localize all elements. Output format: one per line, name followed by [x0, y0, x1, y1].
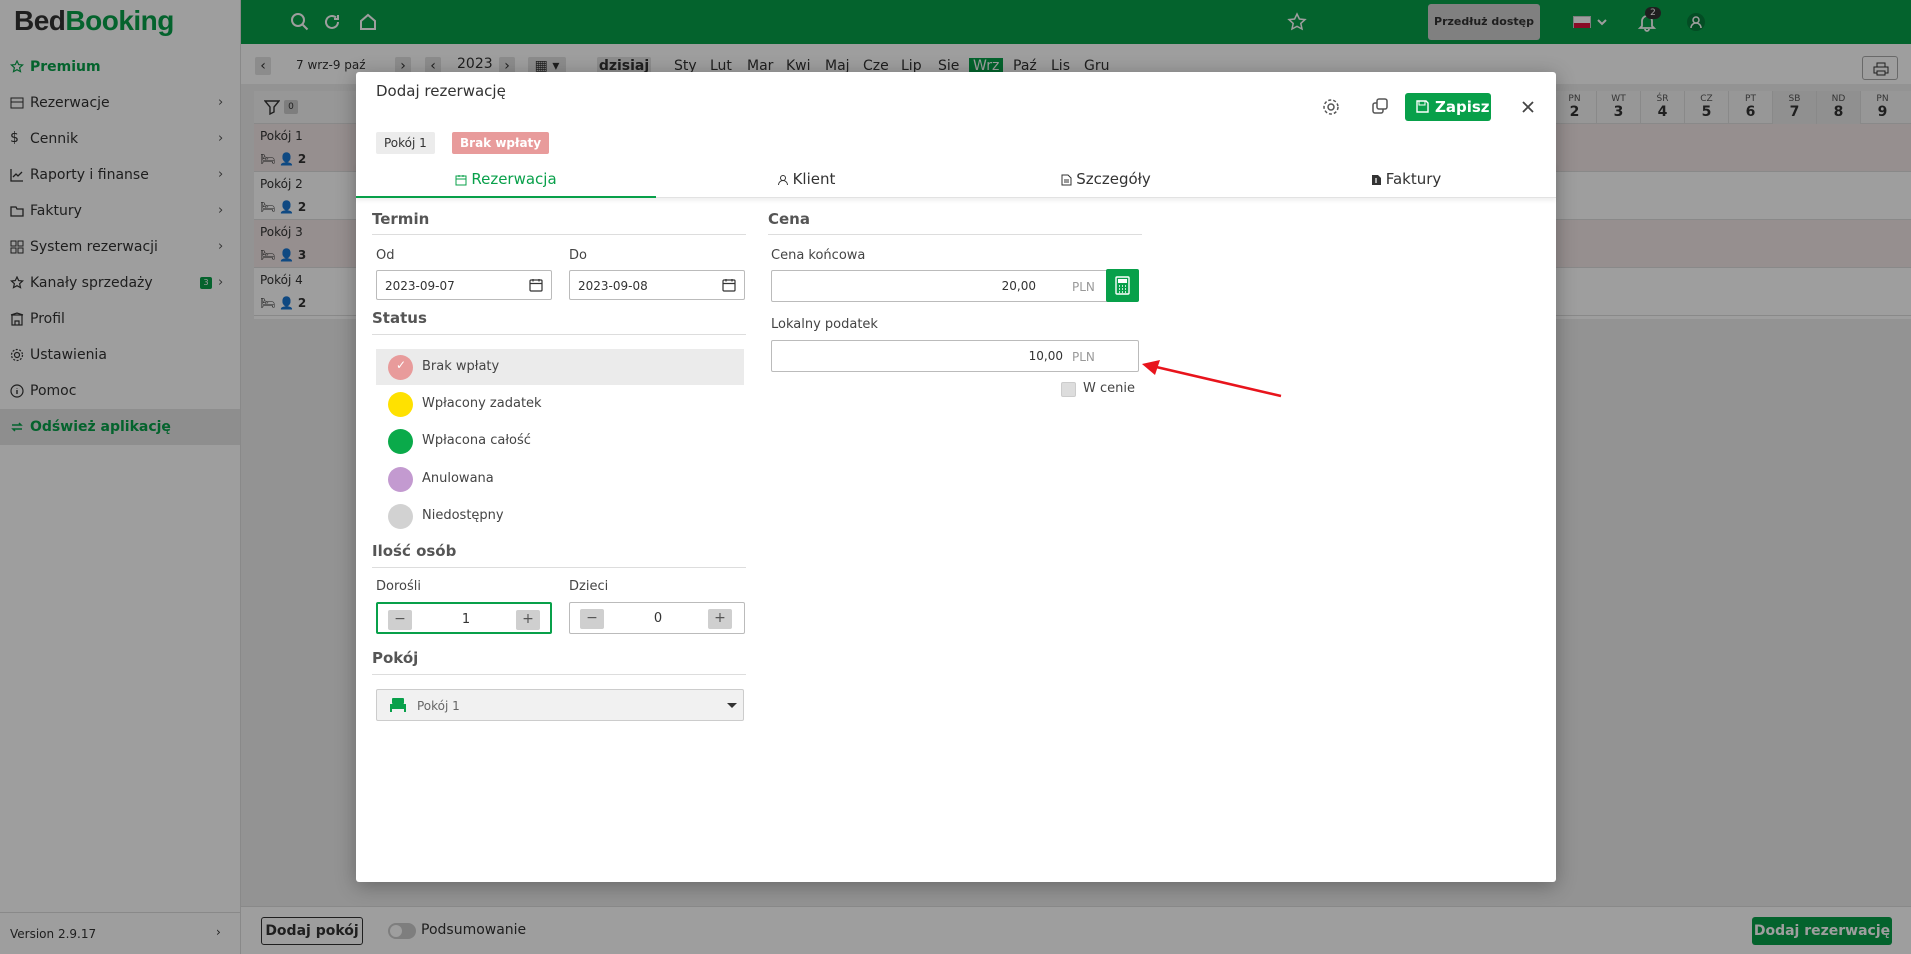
bed-icon [390, 698, 406, 712]
modal-tabs: Rezerwacja Klient Szczegóły Faktury [356, 162, 1556, 198]
status-chip: Brak wpłaty [452, 132, 550, 154]
final-price-label: Cena końcowa [771, 248, 866, 263]
local-tax-field[interactable]: 10,00 PLN [771, 340, 1139, 372]
section-title-room: Pokój [372, 649, 419, 667]
status-option-no-payment[interactable]: ✓ Brak wpłaty [376, 349, 744, 385]
from-label: Od [376, 248, 395, 263]
modal-title: Dodaj rezerwację [376, 82, 506, 100]
save-icon [1416, 100, 1429, 113]
children-label: Dzieci [569, 579, 609, 594]
status-color-dot [388, 504, 413, 529]
adults-stepper[interactable]: − 1 + [376, 602, 552, 634]
from-date-field[interactable]: 2023-09-07 [376, 270, 552, 300]
section-title-price: Cena [768, 210, 810, 228]
calculator-icon [1115, 276, 1130, 295]
status-option-unavailable[interactable]: Niedostępny [376, 498, 744, 534]
room-select[interactable]: Pokój 1 [376, 689, 744, 721]
document-icon [1061, 174, 1072, 186]
tab-reservation[interactable]: Rezerwacja [356, 162, 656, 198]
calendar-icon [529, 279, 543, 292]
final-price-field[interactable]: 20,00 PLN [771, 270, 1111, 302]
copy-icon[interactable] [1369, 96, 1391, 118]
add-reservation-modal: Dodaj rezerwację Zapisz Pokój 1 Brak wpł… [356, 72, 1556, 882]
local-tax-label: Lokalny podatek [771, 317, 878, 332]
adults-decrement-button[interactable]: − [388, 610, 412, 630]
gear-icon[interactable] [1320, 96, 1342, 118]
adults-increment-button[interactable]: + [516, 610, 540, 630]
children-stepper[interactable]: − 0 + [569, 602, 745, 634]
status-color-dot [388, 467, 413, 492]
adults-value[interactable]: 1 [438, 612, 494, 627]
tab-invoices[interactable]: Faktury [1256, 162, 1556, 198]
save-button[interactable]: Zapisz [1405, 93, 1491, 121]
annotation-arrow-icon [1142, 360, 1282, 398]
to-label: Do [569, 248, 587, 263]
divider [768, 234, 1142, 235]
room-chip: Pokój 1 [376, 132, 435, 154]
invoice-icon [1371, 175, 1381, 185]
divider [372, 674, 746, 675]
adults-label: Dorośli [376, 579, 421, 594]
status-option-cancelled[interactable]: Anulowana [376, 461, 744, 497]
status-color-dot [388, 392, 413, 417]
calendar-icon [455, 175, 467, 186]
in-price-checkbox[interactable] [1061, 382, 1076, 397]
tab-details[interactable]: Szczegóły [956, 162, 1256, 198]
status-color-dot: ✓ [388, 355, 413, 380]
status-color-dot [388, 429, 413, 454]
calculator-button[interactable] [1106, 269, 1139, 302]
divider [372, 234, 746, 235]
divider [372, 334, 746, 335]
children-value[interactable]: 0 [630, 611, 686, 626]
calendar-icon [722, 279, 736, 292]
close-icon[interactable] [1517, 96, 1539, 118]
children-increment-button[interactable]: + [708, 609, 732, 629]
section-title-termin: Termin [372, 210, 430, 228]
check-icon: ✓ [396, 358, 407, 372]
status-option-deposit-paid[interactable]: Wpłacony zadatek [376, 386, 744, 422]
divider [372, 567, 746, 568]
section-title-guests: Ilość osób [372, 542, 457, 560]
children-decrement-button[interactable]: − [580, 609, 604, 629]
dropdown-caret-icon [727, 703, 737, 708]
tab-client[interactable]: Klient [656, 162, 956, 198]
section-title-status: Status [372, 309, 427, 327]
user-icon [777, 175, 788, 186]
in-price-label: W cenie [1083, 381, 1135, 396]
status-option-fully-paid[interactable]: Wpłacona całość [376, 423, 744, 459]
to-date-field[interactable]: 2023-09-08 [569, 270, 745, 300]
